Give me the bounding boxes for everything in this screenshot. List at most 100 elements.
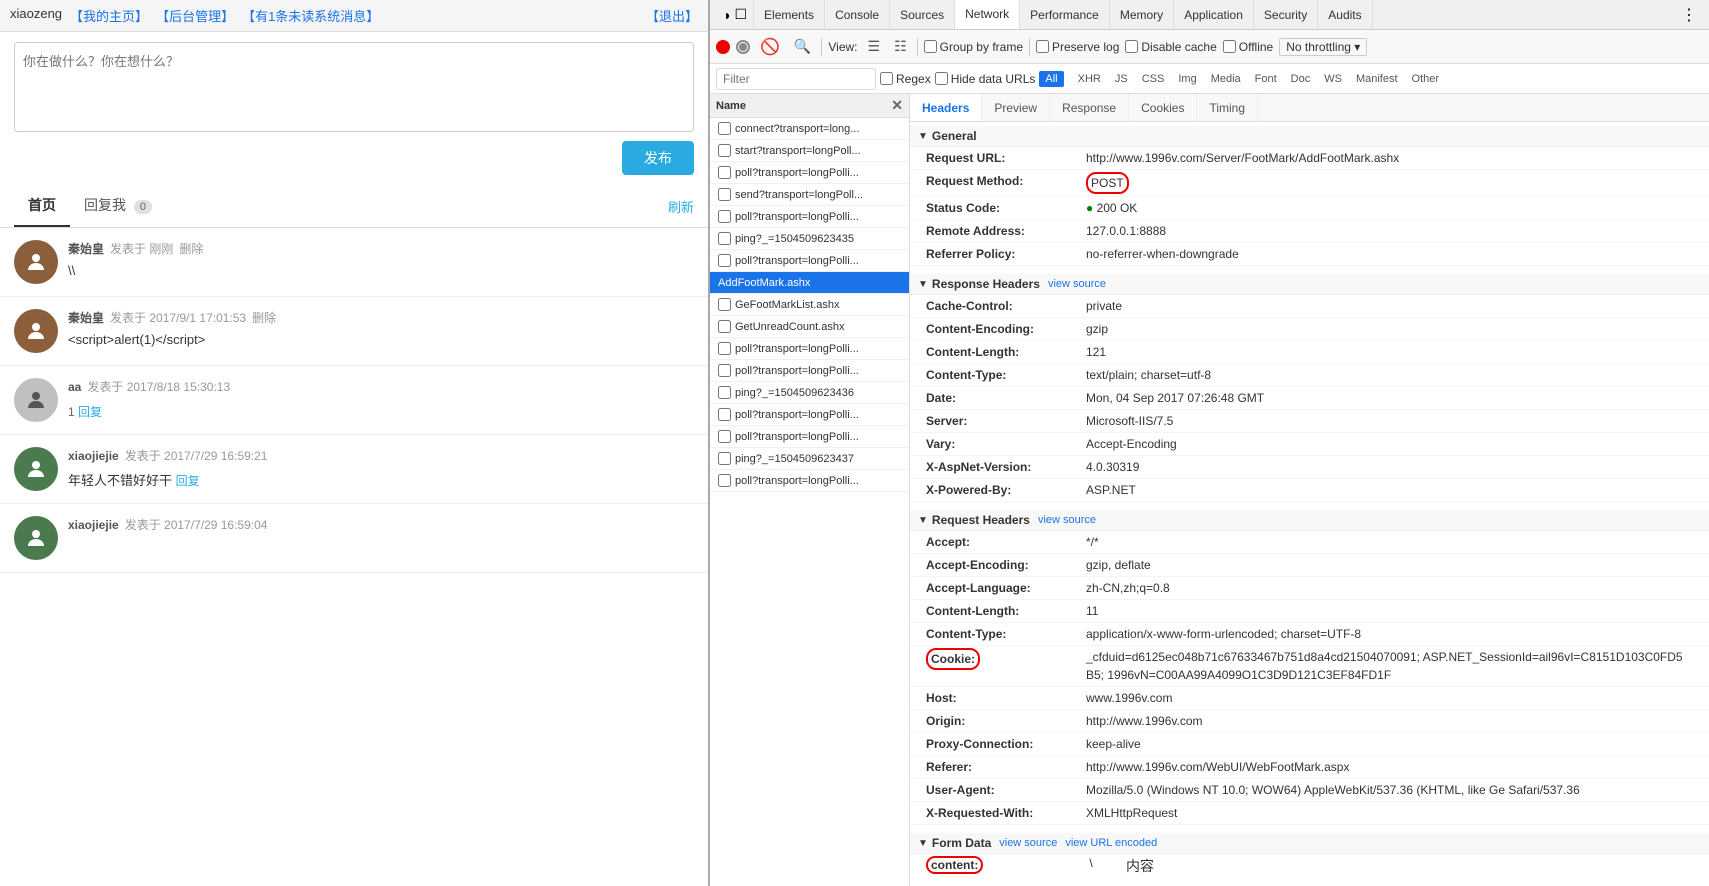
view-source-link[interactable]: view source (1048, 278, 1106, 290)
tab-application[interactable]: Application (1174, 0, 1254, 29)
filter-js[interactable]: JS (1109, 72, 1134, 86)
preserve-log-label[interactable]: Preserve log (1036, 40, 1119, 54)
request-checkbox[interactable] (718, 298, 731, 311)
request-item[interactable]: poll?transport=longPolli... (710, 470, 909, 492)
filter-doc[interactable]: Doc (1285, 72, 1317, 86)
tab-security[interactable]: Security (1254, 0, 1318, 29)
request-item[interactable]: start?transport=longPoll... (710, 140, 909, 162)
request-checkbox[interactable] (718, 188, 731, 201)
request-checkbox[interactable] (718, 254, 731, 267)
throttling-selector[interactable]: No throttling ▾ (1279, 38, 1367, 56)
list-view-button[interactable]: ☰ (864, 36, 885, 57)
request-checkbox[interactable] (718, 122, 731, 135)
view-source-link[interactable]: view source (1038, 514, 1096, 526)
request-checkbox[interactable] (718, 430, 731, 443)
request-item[interactable]: poll?transport=longPolli... (710, 426, 909, 448)
clear-button[interactable]: 🚫 (756, 35, 784, 59)
request-item[interactable]: ping?_=1504509623435 (710, 228, 909, 250)
request-checkbox[interactable] (718, 364, 731, 377)
request-item[interactable]: poll?transport=longPolli... (710, 404, 909, 426)
request-checkbox[interactable] (718, 210, 731, 223)
tab-replies[interactable]: 回复我 0 (70, 185, 166, 227)
device-icon[interactable]: ☐ (734, 6, 747, 23)
offline-label[interactable]: Offline (1223, 40, 1273, 54)
form-data-section-header[interactable]: ▼ Form Data view source view URL encoded (910, 833, 1709, 854)
tab-cookies[interactable]: Cookies (1129, 94, 1197, 121)
request-checkbox[interactable] (718, 408, 731, 421)
regex-checkbox[interactable] (880, 72, 893, 85)
request-item[interactable]: ping?_=1504509623436 (710, 382, 909, 404)
request-item[interactable]: poll?transport=longPolli... (710, 338, 909, 360)
group-by-frame-label[interactable]: Group by frame (924, 40, 1023, 54)
filter-media[interactable]: Media (1205, 72, 1247, 86)
request-item[interactable]: ping?_=1504509623437 (710, 448, 909, 470)
request-checkbox[interactable] (718, 452, 731, 465)
request-item[interactable]: connect?transport=long... (710, 118, 909, 140)
filter-manifest[interactable]: Manifest (1350, 72, 1404, 86)
request-checkbox[interactable] (718, 144, 731, 157)
tab-headers[interactable]: Headers (910, 94, 982, 121)
request-item[interactable]: GeFootMarkList.ashx (710, 294, 909, 316)
filter-other[interactable]: Other (1406, 72, 1446, 86)
request-checkbox[interactable] (718, 474, 731, 487)
group-by-frame-checkbox[interactable] (924, 40, 937, 53)
reply-link[interactable]: 回复 (176, 472, 200, 490)
delete-button[interactable]: 删除 (179, 240, 203, 257)
record-button[interactable] (716, 40, 730, 54)
refresh-button[interactable]: 刷新 (668, 197, 694, 216)
compose-textarea[interactable] (14, 42, 694, 132)
tab-memory[interactable]: Memory (1110, 0, 1174, 29)
tab-preview[interactable]: Preview (982, 94, 1050, 121)
inspect-icon[interactable]: ◑ (722, 7, 730, 23)
hide-data-urls-checkbox[interactable] (935, 72, 948, 85)
request-item[interactable]: poll?transport=longPolli... (710, 250, 909, 272)
message-link[interactable]: 【有1条未读系统消息】 (242, 6, 379, 25)
filter-img[interactable]: Img (1172, 72, 1202, 86)
grid-view-button[interactable]: ☷ (890, 36, 911, 57)
tab-network[interactable]: Network (955, 0, 1020, 29)
request-checkbox[interactable] (718, 232, 731, 245)
close-detail-button[interactable]: ✕ (891, 97, 903, 114)
form-view-source-link[interactable]: view source (999, 837, 1057, 849)
request-item[interactable]: poll?transport=longPolli... (710, 162, 909, 184)
request-checkbox[interactable] (718, 386, 731, 399)
disable-cache-checkbox[interactable] (1125, 40, 1138, 53)
offline-checkbox[interactable] (1223, 40, 1236, 53)
stop-button[interactable] (736, 40, 750, 54)
tab-elements[interactable]: Elements (754, 0, 825, 29)
devtools-more-icon[interactable]: ⋮ (1675, 5, 1703, 25)
tab-sources[interactable]: Sources (890, 0, 955, 29)
disable-cache-label[interactable]: Disable cache (1125, 40, 1216, 54)
filter-input[interactable] (716, 68, 876, 90)
request-item[interactable]: poll?transport=longPolli... (710, 206, 909, 228)
logout-link[interactable]: 【退出】 (646, 6, 698, 25)
request-item[interactable]: send?transport=longPoll... (710, 184, 909, 206)
admin-link[interactable]: 【后台管理】 (156, 6, 234, 25)
form-view-url-encoded-link[interactable]: view URL encoded (1065, 837, 1157, 849)
tab-performance[interactable]: Performance (1020, 0, 1110, 29)
general-section-header[interactable]: ▼ General (910, 126, 1709, 147)
filter-ws[interactable]: WS (1318, 72, 1348, 86)
request-item[interactable]: GetUnreadCount.ashx (710, 316, 909, 338)
preserve-log-checkbox[interactable] (1036, 40, 1049, 53)
filter-all-tag[interactable]: All (1039, 71, 1063, 87)
response-headers-section-header[interactable]: ▼ Response Headers view source (910, 274, 1709, 295)
filter-font[interactable]: Font (1249, 72, 1283, 86)
filter-button[interactable]: 🔍 (790, 36, 815, 57)
hide-data-urls-label[interactable]: Hide data URLs (935, 72, 1036, 86)
publish-button[interactable]: 发布 (622, 141, 694, 175)
tab-response[interactable]: Response (1050, 94, 1129, 121)
tab-audits[interactable]: Audits (1318, 0, 1372, 29)
regex-label[interactable]: Regex (880, 72, 931, 86)
tab-console[interactable]: Console (825, 0, 890, 29)
request-checkbox[interactable] (718, 320, 731, 333)
reply-link[interactable]: 回复 (78, 403, 102, 420)
tab-timing[interactable]: Timing (1197, 94, 1258, 121)
request-checkbox[interactable] (718, 342, 731, 355)
delete-button[interactable]: 删除 (252, 309, 276, 326)
request-item[interactable]: poll?transport=longPolli... (710, 360, 909, 382)
request-headers-section-header[interactable]: ▼ Request Headers view source (910, 510, 1709, 531)
tab-home[interactable]: 首页 (14, 185, 70, 227)
request-checkbox[interactable] (718, 166, 731, 179)
my-home-link[interactable]: 【我的主页】 (70, 6, 148, 25)
